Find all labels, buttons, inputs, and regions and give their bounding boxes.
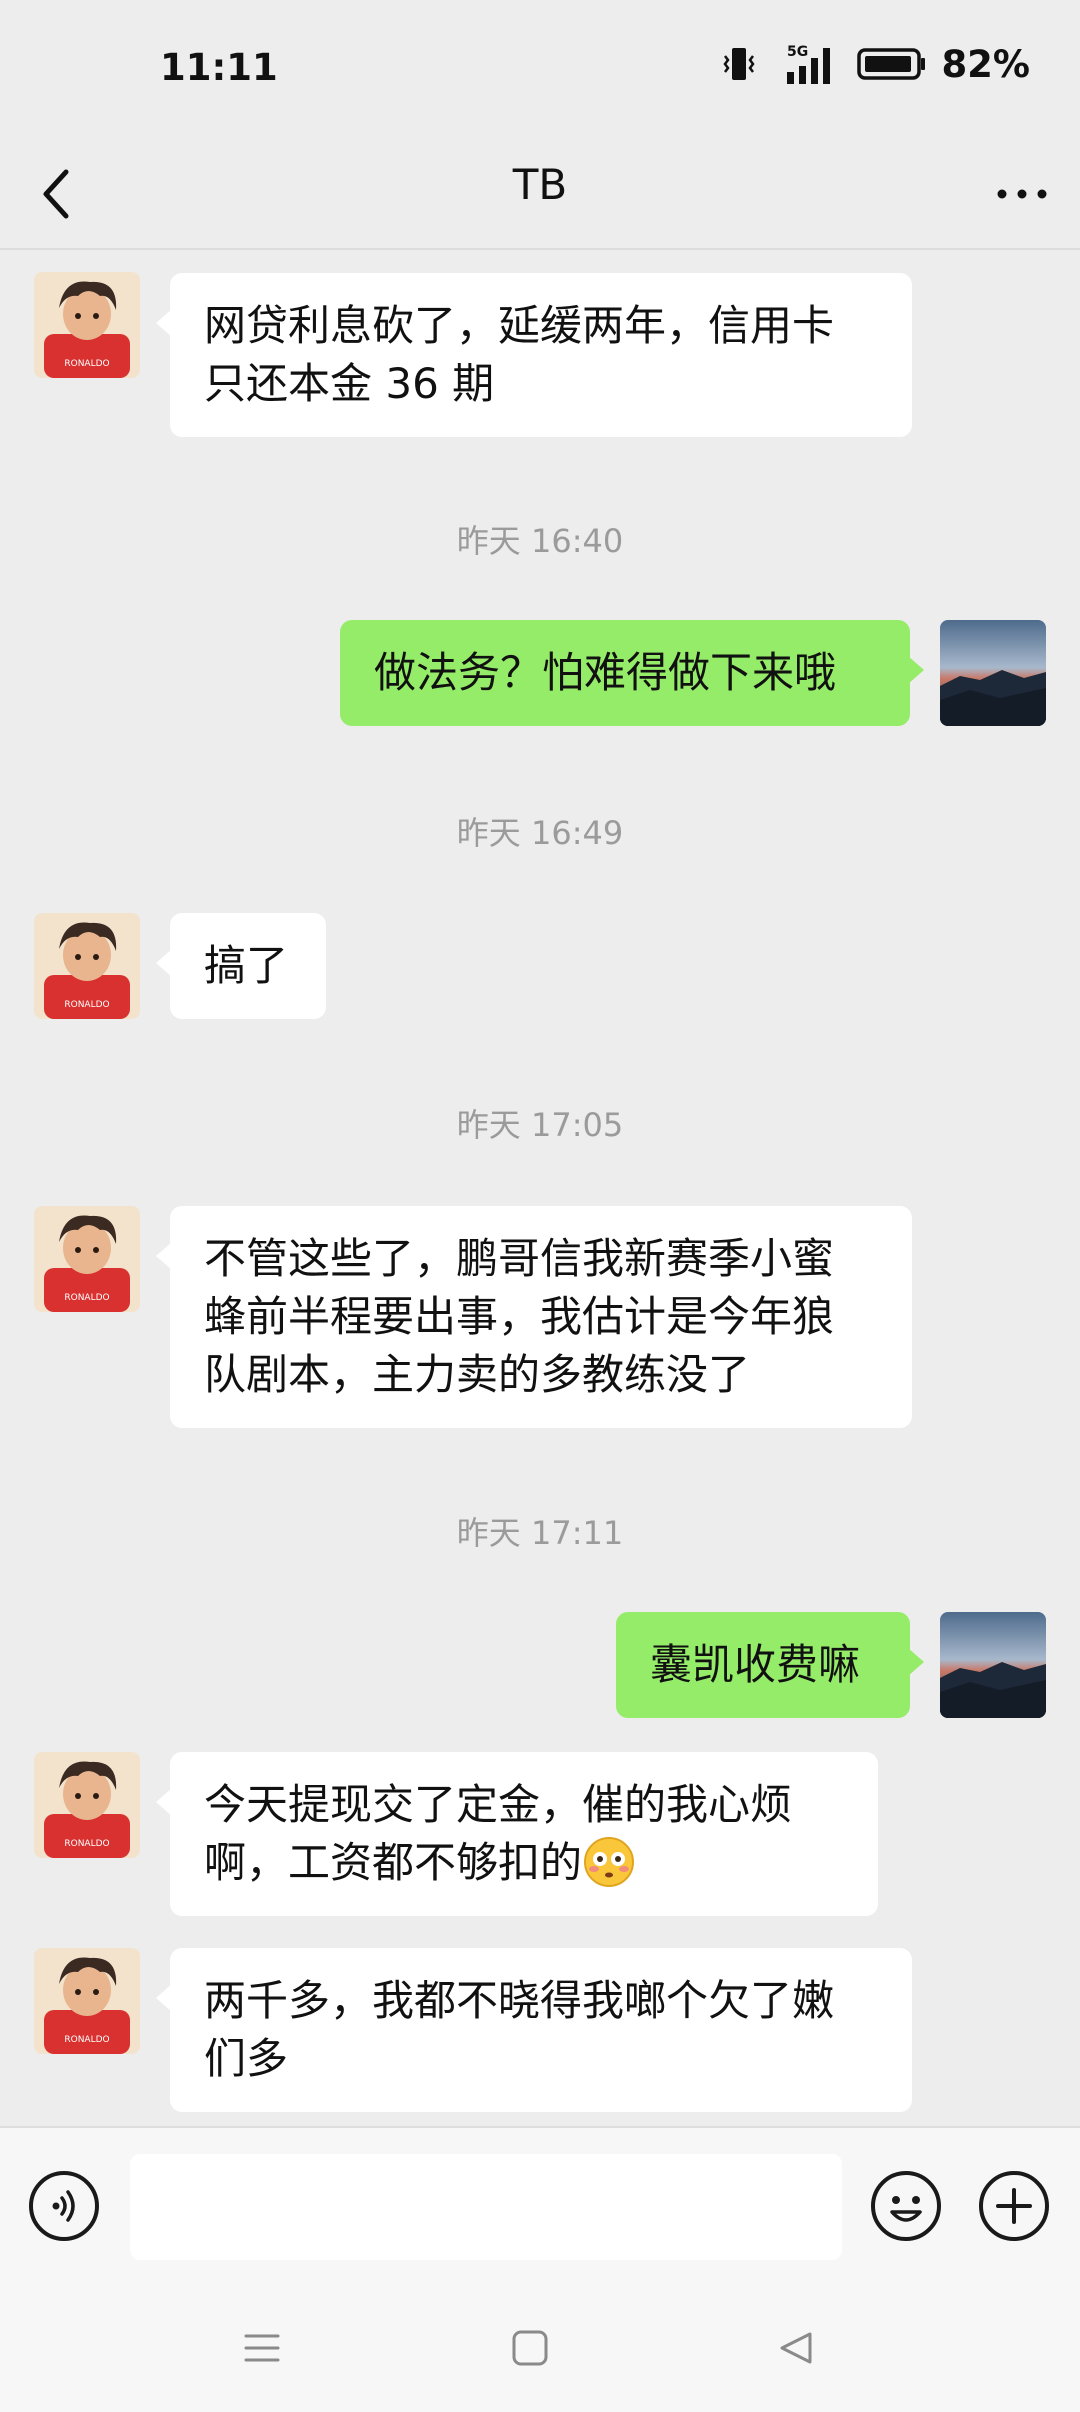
message-bubble-incoming[interactable]: 两千多，我都不晓得我啷个欠了嫩 们多 [156, 1948, 912, 2112]
avatar[interactable] [34, 272, 140, 378]
vibrate-icon [723, 48, 755, 80]
system-nav-bar [0, 2286, 1080, 2412]
battery-percent: 82% [941, 42, 1030, 86]
timestamp: 昨天 17:11 [456, 1514, 624, 1552]
message-bubble-incoming[interactable]: 搞了 [156, 913, 326, 1019]
status-time: 11:11 [160, 46, 278, 89]
message-line: 搞了 [204, 941, 289, 990]
message-line-wrap: 啊，工资都不够扣的 [204, 1834, 844, 1892]
message-line: 啊，工资都不够扣的 [204, 1838, 583, 1887]
message-line: 两千多，我都不晓得我啷个欠了嫩 [204, 1976, 835, 2025]
message-line: 队剧本，主力卖的多教练没了 [204, 1350, 751, 1399]
message-bubble-incoming[interactable]: 不管这些了，鹏哥信我新赛季小蜜 蜂前半程要出事，我估计是今年狼 队剧本，主力卖的… [156, 1206, 912, 1428]
avatar[interactable] [940, 1612, 1046, 1718]
plus-icon[interactable] [978, 2170, 1050, 2242]
message-input[interactable] [130, 2154, 842, 2260]
message-bubble-outgoing[interactable]: 囊凯收费嘛 [616, 1612, 924, 1718]
avatar[interactable] [34, 1948, 140, 2054]
signal-5g-icon: 5G [787, 44, 831, 84]
timestamp: 昨天 16:49 [456, 814, 624, 852]
status-icons: 5G 82% [719, 42, 1030, 86]
voice-icon[interactable] [28, 2170, 100, 2242]
message-line: 今天提现交了定金，催的我心烦 [204, 1780, 793, 1829]
message-bubble-outgoing[interactable]: 做法务？怕难得做下来哦 [340, 620, 924, 726]
menu-icon[interactable] [242, 2328, 282, 2368]
avatar[interactable] [34, 1752, 140, 1858]
message-line: 做法务？怕难得做下来哦 [374, 648, 837, 697]
avatar[interactable] [34, 913, 140, 1019]
network-type-label: 5G [787, 44, 808, 60]
more-dots-icon[interactable] [994, 174, 1050, 214]
flushed-emoji-icon [584, 1837, 635, 1887]
message-line: 只还本金 36 期 [204, 359, 495, 408]
message-line: 蜂前半程要出事，我估计是今年狼 [204, 1292, 835, 1341]
chat-title: TB [512, 160, 568, 209]
chat-header: TB [0, 140, 1080, 250]
back-triangle-icon[interactable] [776, 2328, 816, 2368]
timestamp: 昨天 17:05 [456, 1106, 624, 1144]
message-bubble-incoming[interactable]: 今天提现交了定金，催的我心烦 啊，工资都不够扣的 [156, 1752, 878, 1916]
status-bar: 11:11 5G 82% [0, 0, 1080, 140]
home-icon[interactable] [510, 2328, 550, 2368]
avatar[interactable] [940, 620, 1046, 726]
message-line: 网贷利息砍了，延缓两年，信用卡 [204, 301, 835, 350]
message-line: 不管这些了，鹏哥信我新赛季小蜜 [204, 1234, 835, 1283]
battery-icon [857, 48, 926, 80]
message-bubble-incoming[interactable]: 网贷利息砍了，延缓两年，信用卡 只还本金 36 期 [156, 273, 912, 437]
message-line: 们多 [204, 2034, 289, 2083]
emoji-icon[interactable] [870, 2170, 942, 2242]
avatar[interactable] [34, 1206, 140, 1312]
timestamp: 昨天 16:40 [456, 522, 624, 560]
message-line: 囊凯收费嘛 [650, 1640, 861, 1689]
input-bar [0, 2126, 1080, 2288]
